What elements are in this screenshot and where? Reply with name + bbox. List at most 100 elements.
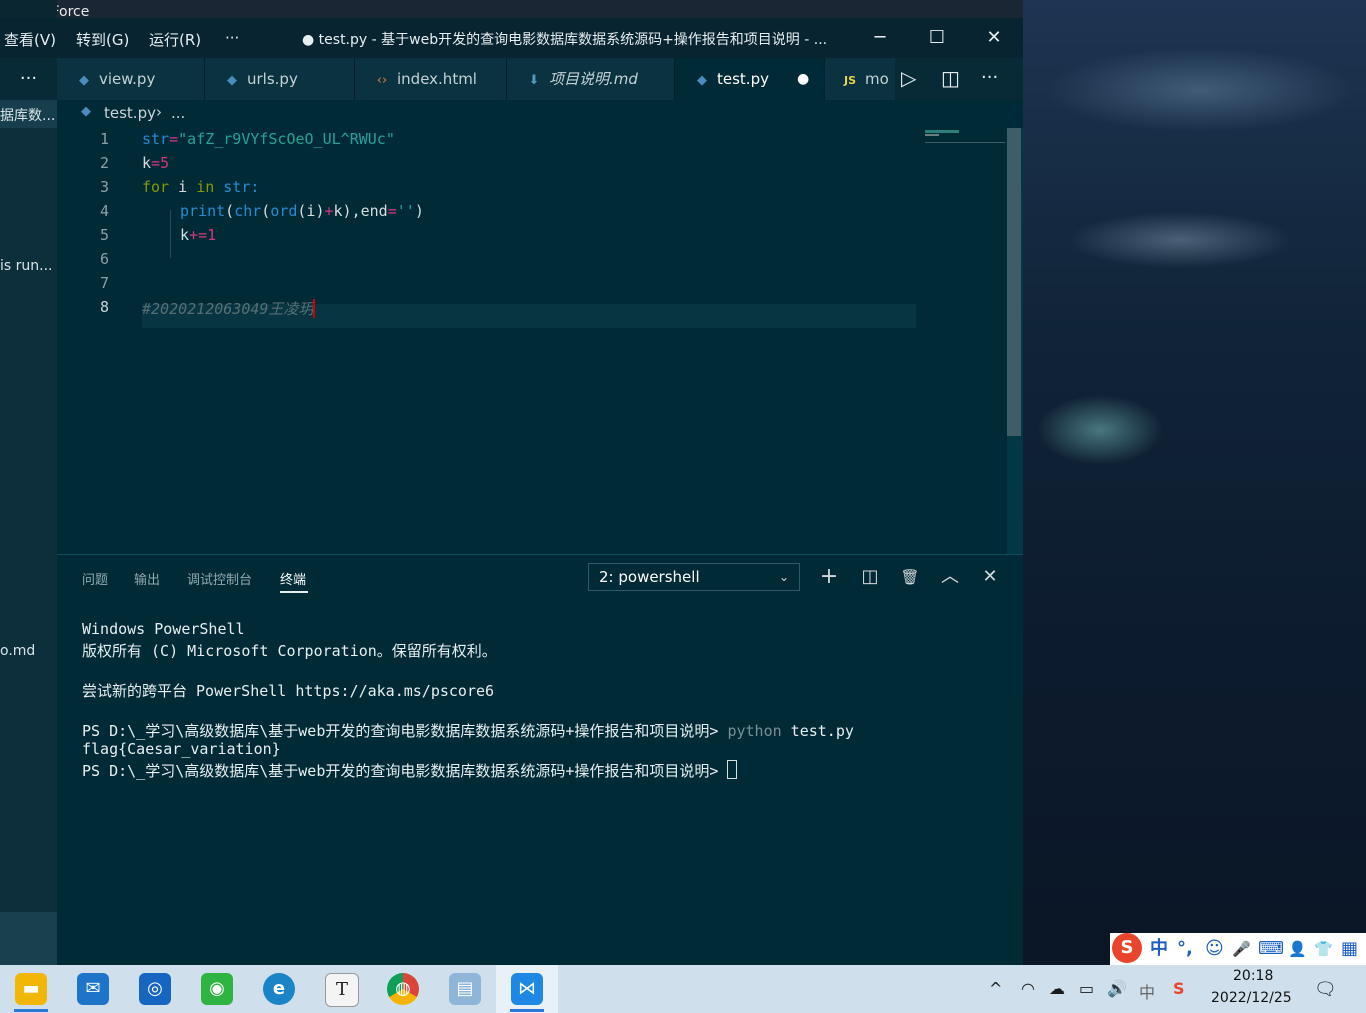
chrome-icon: ◍ bbox=[387, 973, 419, 1005]
emoji-icon[interactable]: ☺ bbox=[1205, 936, 1224, 962]
chinese-mode-icon[interactable]: 中 bbox=[1150, 936, 1168, 962]
trash-icon[interactable]: 🗑 bbox=[896, 563, 924, 591]
terminal-select[interactable]: 2: powershell ⌄ bbox=[588, 563, 800, 591]
markdown-icon: ⬇ bbox=[528, 73, 540, 88]
javascript-icon: JS bbox=[843, 74, 856, 87]
microphone-icon[interactable]: 🎤 bbox=[1232, 936, 1251, 962]
notebook-icon: ▤ bbox=[449, 973, 481, 1005]
close-panel-icon[interactable]: ✕ bbox=[976, 563, 1004, 591]
clock-time[interactable]: 20:18 bbox=[1233, 968, 1273, 984]
wifi-icon[interactable]: ◠ bbox=[1021, 979, 1035, 998]
terminal-line: flag{Caesar_variation} bbox=[82, 740, 281, 758]
sogou-logo-icon[interactable]: S bbox=[1112, 933, 1142, 963]
tab-urls-py[interactable]: ◆ urls.py bbox=[205, 58, 355, 100]
background-window-strip: GeForce bbox=[0, 0, 1023, 20]
keyboard-icon[interactable]: ⌨ bbox=[1258, 936, 1284, 962]
active-tab-indicator bbox=[280, 591, 308, 593]
line-number: 8 bbox=[99, 298, 109, 316]
taskbar-lens[interactable]: ◎ bbox=[124, 965, 186, 1013]
editor-scroll-thumb[interactable] bbox=[1007, 128, 1021, 436]
terminal-line: 尝试新的跨平台 PowerShell https://aka.ms/pscore… bbox=[82, 682, 495, 700]
clock-date[interactable]: 2022/12/25 bbox=[1211, 990, 1292, 1006]
folder-icon: ▬ bbox=[15, 973, 47, 1005]
run-file-icon[interactable]: ▷ bbox=[901, 58, 916, 98]
menu-more[interactable]: ··· bbox=[225, 29, 239, 47]
terminal-line[interactable]: PS D:\_学习\高级数据库\基于web开发的查询电影数据库数据系统源码+操作… bbox=[82, 760, 738, 781]
show-hidden-icons-icon[interactable]: ^ bbox=[989, 979, 1002, 998]
code-line-5: k+=1 bbox=[180, 226, 217, 244]
title-bar: 查看(V) 转到(G) 运行(R) ··· ● test.py - 基于web开… bbox=[0, 18, 1023, 58]
python-icon: ◆ bbox=[81, 104, 91, 119]
breadcrumb-separator: › bbox=[156, 103, 162, 121]
tab-debug-console[interactable]: 调试控制台 bbox=[187, 569, 252, 588]
vscode-window: 查看(V) 转到(G) 运行(R) ··· ● test.py - 基于web开… bbox=[0, 18, 1023, 965]
maximize-button[interactable]: ☐ bbox=[917, 24, 957, 52]
new-terminal-icon[interactable]: + bbox=[815, 563, 843, 591]
split-editor-icon[interactable]: ◫ bbox=[941, 58, 960, 98]
window-title: ● test.py - 基于web开发的查询电影数据库数据系统源码+操作报告和项… bbox=[302, 32, 828, 48]
terminal-cursor bbox=[727, 760, 738, 779]
split-terminal-icon[interactable]: ◫ bbox=[856, 563, 884, 591]
unsaved-dot-icon[interactable]: ● bbox=[797, 58, 809, 100]
tab-mo-js[interactable]: JS mo bbox=[825, 58, 895, 100]
taskbar-mail[interactable]: ✉ bbox=[62, 965, 124, 1013]
menu-go[interactable]: 转到(G) bbox=[76, 29, 129, 50]
tab-label: urls.py bbox=[247, 70, 298, 88]
line-number: 1 bbox=[99, 130, 109, 148]
breadcrumb-symbol[interactable]: ... bbox=[171, 104, 185, 122]
toolbox-icon[interactable]: ▦ bbox=[1341, 936, 1358, 962]
taskbar-typora[interactable]: T bbox=[310, 965, 372, 1013]
code-line-8: #2020212063049王凌玥 bbox=[142, 299, 316, 318]
breadcrumb: ◆ test.py › ... bbox=[57, 100, 1023, 128]
minimize-button[interactable]: ─ bbox=[860, 24, 900, 52]
tab-view-py[interactable]: ◆ view.py bbox=[57, 58, 205, 100]
tab-label: index.html bbox=[397, 70, 477, 88]
notification-icon[interactable]: 🗨 bbox=[1314, 979, 1337, 1000]
code-line-2: k=5 bbox=[142, 154, 170, 172]
line-number: 6 bbox=[99, 250, 109, 268]
html-icon: ‹› bbox=[376, 73, 388, 88]
account-icon[interactable]: 👤 bbox=[1288, 936, 1307, 962]
code-line-1: str="afZ_r9VYfScOeO_UL^RWUc" bbox=[142, 130, 395, 148]
tab-output[interactable]: 输出 bbox=[134, 569, 160, 588]
menu-run[interactable]: 运行(R) bbox=[149, 29, 201, 50]
line-number: 2 bbox=[99, 154, 109, 172]
code-line-3: for i in str: bbox=[142, 178, 260, 196]
onedrive-icon[interactable]: ☁ bbox=[1049, 979, 1065, 998]
tab-test-py[interactable]: ◆ test.py ● bbox=[675, 58, 825, 100]
tab-terminal[interactable]: 终端 bbox=[280, 569, 306, 588]
terminal-line: 版权所有 (C) Microsoft Corporation。保留所有权利。 bbox=[82, 642, 497, 660]
sogou-tray-icon[interactable]: S bbox=[1173, 979, 1185, 998]
typora-icon: T bbox=[325, 973, 359, 1007]
menu-view[interactable]: 查看(V) bbox=[4, 29, 56, 50]
views-more-button[interactable]: ··· bbox=[0, 58, 57, 100]
taskbar-file-explorer[interactable]: ▬ bbox=[0, 965, 62, 1013]
line-number: 3 bbox=[99, 178, 109, 196]
editor-more-icon[interactable]: ··· bbox=[981, 58, 998, 98]
python-icon: ◆ bbox=[79, 73, 89, 88]
chevron-down-icon: ⌄ bbox=[778, 570, 789, 584]
tab-readme-md[interactable]: ⬇ 项目说明.md bbox=[507, 58, 675, 100]
tab-label: view.py bbox=[99, 70, 156, 88]
code-editor[interactable]: 1 2 3 4 5 6 7 8 str="afZ_r9VYfScOeO_UL^R… bbox=[57, 128, 1023, 554]
volume-icon[interactable]: 🔊 bbox=[1107, 979, 1127, 998]
taskbar-chrome[interactable]: ◍ bbox=[372, 965, 434, 1013]
mail-icon: ✉ bbox=[77, 973, 109, 1005]
maximize-panel-icon[interactable]: ︿ bbox=[936, 563, 964, 591]
close-button[interactable]: ✕ bbox=[974, 24, 1014, 52]
punctuation-icon[interactable]: °, bbox=[1177, 936, 1193, 962]
ime-toolbar: S 中 °, ☺ 🎤 ⌨ 👤 👕 ▦ bbox=[1110, 933, 1366, 965]
minimap[interactable] bbox=[923, 128, 1007, 554]
taskbar-notebook[interactable]: ▤ bbox=[434, 965, 496, 1013]
tab-index-html[interactable]: ‹› index.html bbox=[355, 58, 507, 100]
taskbar-edge[interactable]: e bbox=[248, 965, 310, 1013]
input-language-icon[interactable]: 中 bbox=[1139, 979, 1155, 1003]
terminal-line: PS D:\_学习\高级数据库\基于web开发的查询电影数据库数据系统源码+操作… bbox=[82, 722, 854, 740]
skin-icon[interactable]: 👕 bbox=[1314, 936, 1333, 962]
breadcrumb-file[interactable]: test.py bbox=[104, 104, 156, 122]
battery-icon[interactable]: ▭ bbox=[1079, 979, 1094, 998]
tab-problems[interactable]: 问题 bbox=[82, 569, 108, 588]
tab-label: mo bbox=[865, 70, 889, 88]
taskbar-vscode[interactable]: ⋈ bbox=[496, 965, 558, 1013]
taskbar-wechat[interactable]: ◉ bbox=[186, 965, 248, 1013]
